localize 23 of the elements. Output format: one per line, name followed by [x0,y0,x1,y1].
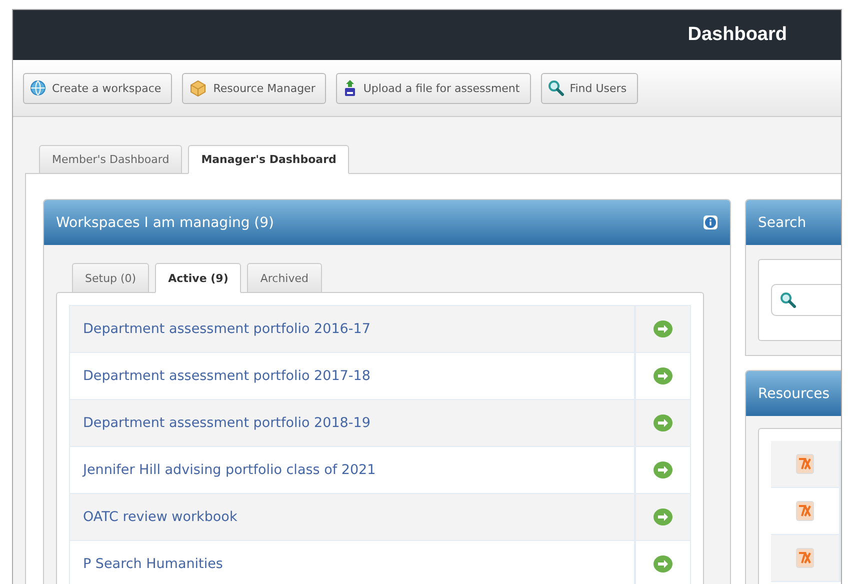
info-icon[interactable] [703,215,718,230]
page-title: Dashboard [688,24,787,46]
toolbar-button[interactable]: Create a workspace [23,72,172,104]
file-icon[interactable] [796,501,814,521]
toolbar-button[interactable]: Upload a file for assessment [336,72,531,104]
panel-title: Search [758,214,806,230]
status-tab[interactable]: Active (9) [155,263,242,293]
dashboard-tab[interactable]: Member's Dashboard [39,145,182,174]
panel-title: Resources [758,386,830,402]
box-icon [189,79,208,97]
search-icon [548,80,564,96]
file-icon[interactable] [796,454,814,474]
globe-icon [30,80,46,96]
panel-title: Workspaces I am managing (9) [56,214,274,230]
search-icon [780,292,796,308]
upload-icon [343,79,358,97]
file-icon[interactable] [796,548,814,568]
toolbar-button[interactable]: Resource Manager [182,72,326,104]
dashboard-tab[interactable]: Manager's Dashboard [188,145,350,174]
status-tab[interactable]: Archived [247,263,322,293]
status-tab[interactable]: Setup (0) [72,263,150,293]
toolbar-button[interactable]: Find Users [540,72,638,104]
workspace-link[interactable]: P Search Humanities [70,541,636,584]
